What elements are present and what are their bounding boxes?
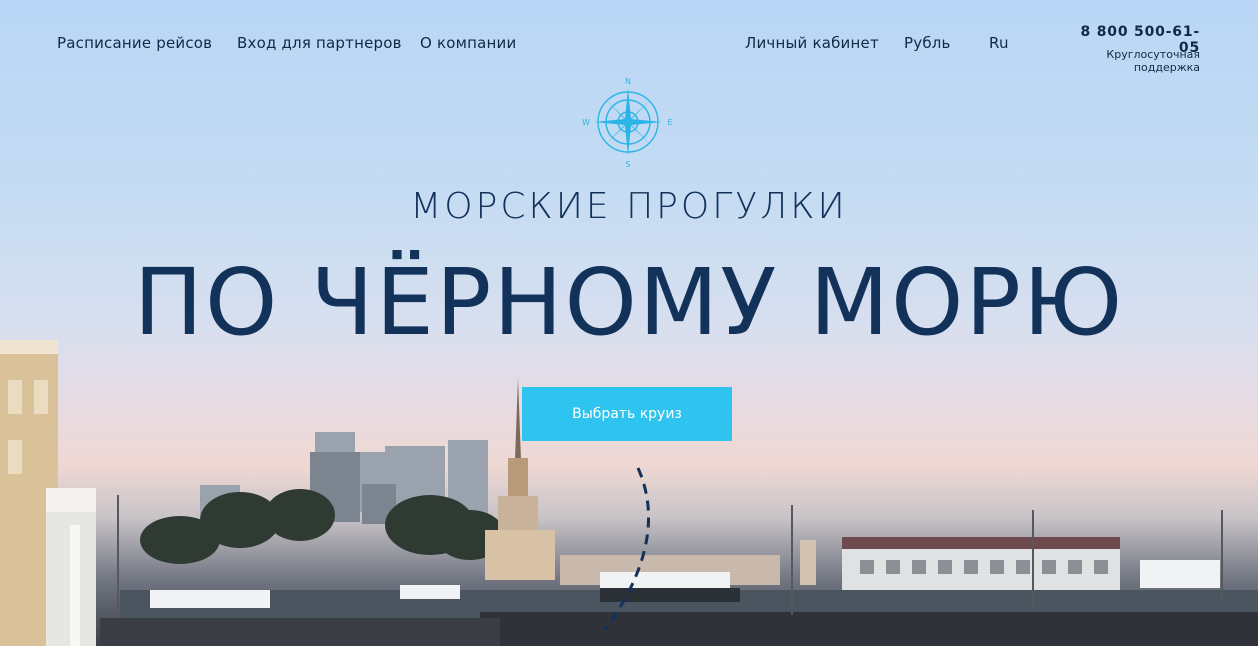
compass-south-label: S bbox=[625, 160, 630, 168]
currency-selector[interactable]: Рубль bbox=[904, 34, 951, 52]
nav-link-schedule[interactable]: Расписание рейсов bbox=[57, 34, 212, 52]
compass-icon: N S W E bbox=[582, 77, 672, 168]
compass-west-label: W bbox=[582, 118, 590, 127]
language-selector[interactable]: Ru bbox=[989, 34, 1009, 52]
hero-subtitle: МОРСКИЕ ПРОГУЛКИ bbox=[410, 186, 848, 227]
nav-link-about[interactable]: О компании bbox=[420, 34, 516, 52]
hero-title: ПО ЧЁРНОМУ МОРЮ bbox=[133, 249, 1125, 356]
choose-cruise-button[interactable]: Выбрать круиз bbox=[522, 387, 732, 441]
hero-section: Расписание рейсов Вход для партнеров О к… bbox=[0, 0, 1258, 646]
compass-east-label: E bbox=[667, 118, 672, 127]
nav-link-account[interactable]: Личный кабинет bbox=[745, 34, 879, 52]
nav-link-partners-login[interactable]: Вход для партнеров bbox=[237, 34, 402, 52]
support-label: Круглосуточная поддержка bbox=[1106, 48, 1200, 74]
compass-north-label: N bbox=[625, 77, 631, 86]
